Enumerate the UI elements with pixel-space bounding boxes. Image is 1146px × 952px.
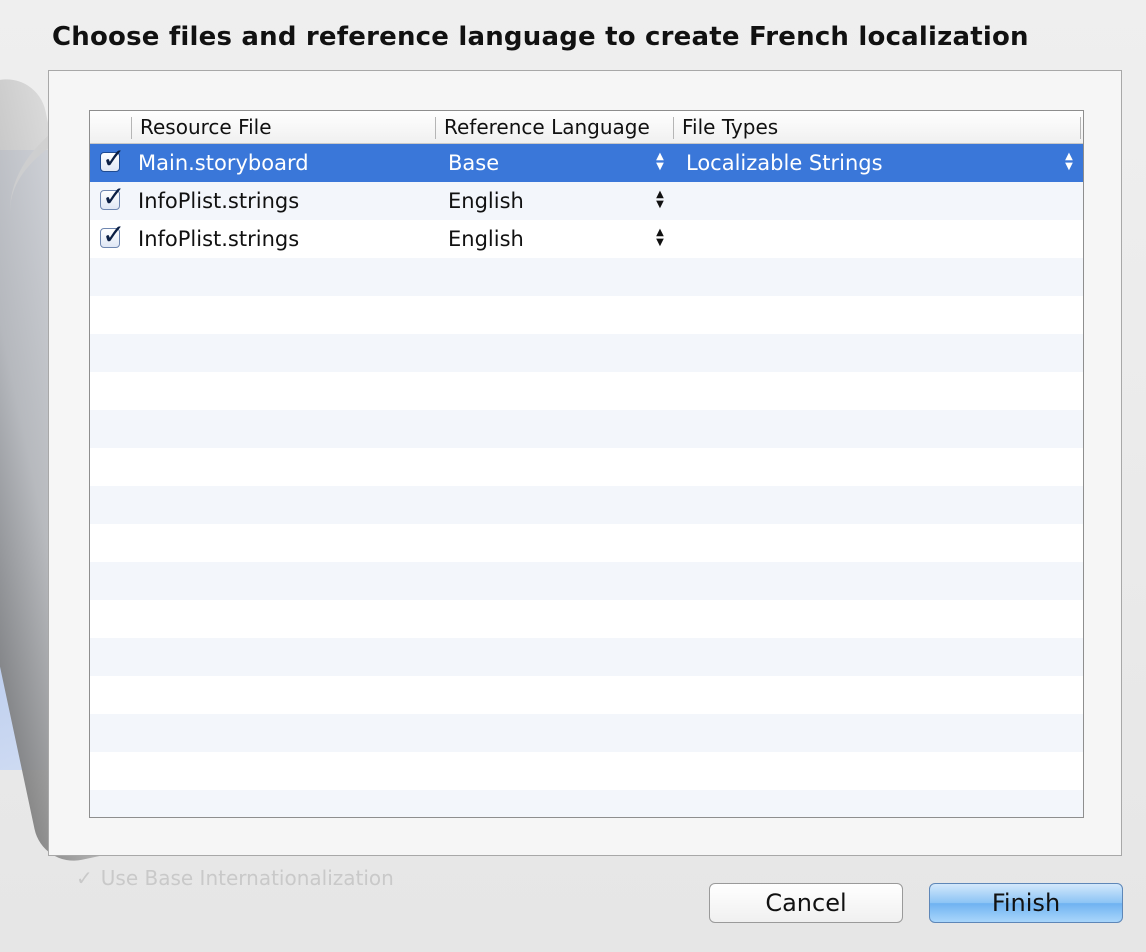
use-base-internationalization-option: ✓ Use Base Internationalization xyxy=(76,866,394,890)
empty-row xyxy=(90,790,1083,817)
reference-language-select[interactable]: English xyxy=(448,182,524,220)
table-row[interactable]: ✓ Main.storyboard Base ▲ ▼ Localizable St… xyxy=(90,143,1083,182)
popup-arrows-icon[interactable]: ▲ ▼ xyxy=(1063,152,1075,174)
finish-button[interactable]: Finish xyxy=(929,883,1123,923)
empty-row xyxy=(90,562,1083,600)
empty-row xyxy=(90,486,1083,524)
column-separator xyxy=(131,117,132,139)
empty-row xyxy=(90,372,1083,410)
include-checkbox[interactable]: ✓ xyxy=(100,181,125,213)
column-header-reference-language[interactable]: Reference Language xyxy=(444,111,650,143)
checkmark-icon: ✓ xyxy=(76,866,93,890)
use-base-internationalization-label: Use Base Internationalization xyxy=(100,866,394,890)
dialog-title: Choose files and reference language to c… xyxy=(52,22,1029,52)
reference-language-select[interactable]: English xyxy=(448,220,524,258)
table-row[interactable]: ✓ InfoPlist.strings English ▲ ▼ xyxy=(90,181,1083,220)
column-header-resource-file[interactable]: Resource File xyxy=(140,111,272,143)
column-separator xyxy=(1080,117,1081,139)
popup-arrows-icon[interactable]: ▲ ▼ xyxy=(654,190,666,212)
empty-row xyxy=(90,258,1083,296)
popup-arrows-icon[interactable]: ▲ ▼ xyxy=(654,228,666,250)
include-checkbox[interactable]: ✓ xyxy=(100,219,125,251)
resource-file-name: InfoPlist.strings xyxy=(138,189,300,213)
empty-row xyxy=(90,676,1083,714)
resource-file-name: Main.storyboard xyxy=(138,151,309,175)
column-separator xyxy=(435,117,436,139)
include-checkbox[interactable]: ✓ xyxy=(100,143,125,175)
table-row[interactable]: ✓ InfoPlist.strings English ▲ ▼ xyxy=(90,219,1083,258)
empty-row xyxy=(90,410,1083,448)
checkmark-icon: ✓ xyxy=(102,180,126,213)
resource-files-table[interactable]: Resource File Reference Language File Ty… xyxy=(89,110,1084,818)
empty-row xyxy=(90,714,1083,752)
resource-file-name: InfoPlist.strings xyxy=(138,227,300,251)
reference-language-select[interactable]: Base xyxy=(448,144,499,182)
empty-row xyxy=(90,524,1083,562)
cancel-button[interactable]: Cancel xyxy=(709,883,903,923)
checkmark-icon: ✓ xyxy=(102,218,126,251)
file-type-select[interactable]: Localizable Strings xyxy=(686,144,883,182)
empty-row xyxy=(90,600,1083,638)
column-separator xyxy=(673,117,674,139)
empty-row xyxy=(90,752,1083,790)
empty-row xyxy=(90,638,1083,676)
popup-arrows-icon[interactable]: ▲ ▼ xyxy=(654,152,666,174)
empty-row xyxy=(90,296,1083,334)
column-header-file-types[interactable]: File Types xyxy=(682,111,778,143)
table-header: Resource File Reference Language File Ty… xyxy=(90,111,1083,144)
empty-row xyxy=(90,334,1083,372)
checkmark-icon: ✓ xyxy=(102,142,126,175)
empty-row xyxy=(90,448,1083,486)
